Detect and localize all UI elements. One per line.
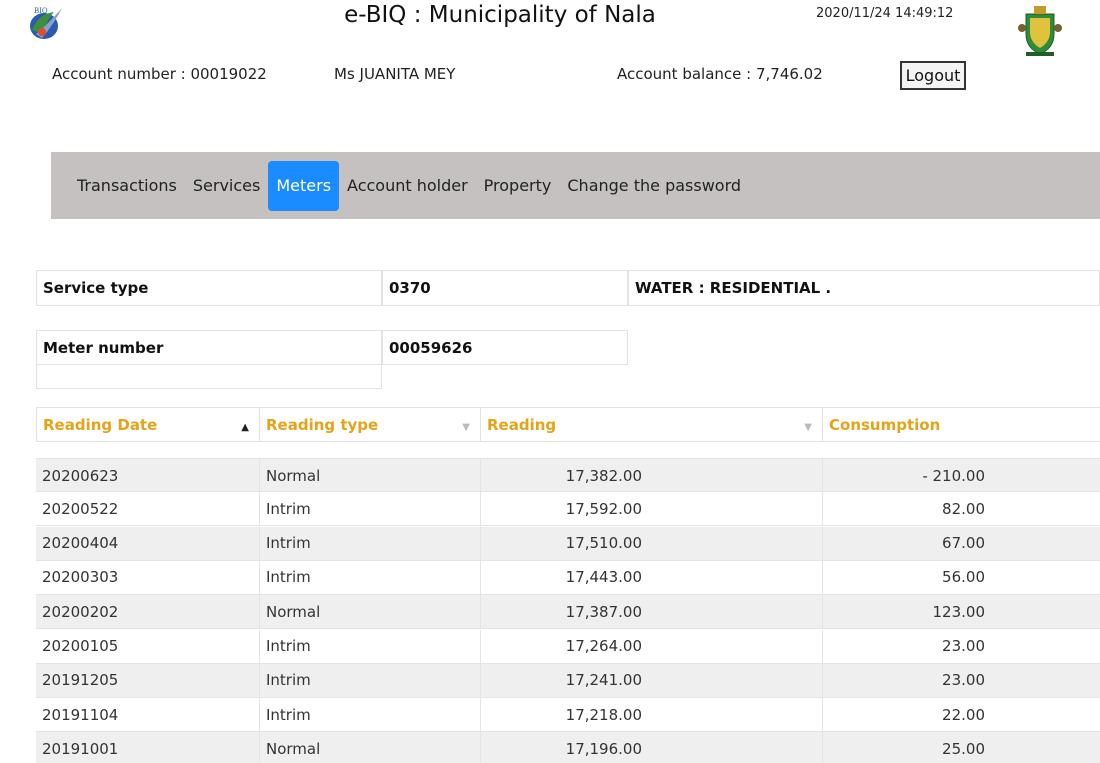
table-row: 20200303 Intrim 17,443.00 56.00 (36, 560, 1100, 595)
main-nav: Transactions Services Meters Account hol… (51, 152, 1100, 219)
column-header-reading-type[interactable]: Reading type ▼ (260, 407, 481, 442)
timestamp: 2020/11/24 14:49:12 (816, 6, 954, 21)
tab-account-holder[interactable]: Account holder (339, 161, 476, 211)
consumption-cell: 22.00 (942, 705, 985, 724)
tab-meters[interactable]: Meters (268, 160, 340, 211)
reading-value-cell: 17,241.00 (481, 663, 823, 697)
reading-value-cell: 17,443.00 (481, 560, 823, 594)
reading-type-cell: Intrim (260, 492, 481, 526)
column-header-reading-date[interactable]: Reading Date ▲ (36, 407, 260, 442)
meter-number-value: 00059626 (382, 330, 628, 365)
reading-date-cell: 20200202 (36, 595, 260, 629)
reading-value-cell: 17,387.00 (481, 595, 823, 629)
consumption-cell: - 210.00 (922, 466, 985, 485)
reading-value-cell: 17,510.00 (481, 526, 823, 560)
table-row: 20200202 Normal 17,387.00 123.00 (36, 595, 1100, 630)
account-holder-name: Ms JUANITA MEY (334, 65, 456, 83)
table-row: 20191104 Intrim 17,218.00 22.00 (36, 698, 1100, 733)
empty-cell (36, 365, 382, 389)
account-balance: Account balance : 7,746.02 (617, 65, 823, 83)
consumption-cell: 25.00 (942, 739, 985, 758)
reading-type-cell: Intrim (260, 663, 481, 697)
meter-number-label: Meter number (36, 330, 382, 365)
tab-property[interactable]: Property (476, 161, 560, 211)
column-header-reading[interactable]: Reading ▼ (481, 407, 823, 442)
logout-button[interactable]: Logout (900, 61, 966, 90)
service-type-code: 0370 (382, 270, 628, 306)
consumption-cell: 82.00 (942, 499, 985, 518)
reading-date-cell: 20200404 (36, 526, 260, 560)
table-row: 20191001 Normal 17,196.00 25.00 (36, 732, 1100, 763)
reading-type-cell: Intrim (260, 526, 481, 560)
consumption-cell: 123.00 (932, 602, 986, 621)
sort-icon[interactable]: ▼ (462, 422, 470, 433)
service-type-description: WATER : RESIDENTIAL . (628, 270, 1100, 306)
reading-value-cell: 17,382.00 (481, 459, 823, 492)
svg-text:BIQ: BIQ (34, 7, 48, 15)
sort-ascending-icon[interactable]: ▲ (241, 422, 249, 433)
reading-value-cell: 17,592.00 (481, 492, 823, 526)
consumption-cell: 67.00 (942, 534, 985, 553)
reading-value-cell: 17,196.00 (481, 732, 823, 763)
municipality-crest-icon (1018, 6, 1062, 56)
table-row: 20200623 Normal 17,382.00 - 210.00 (36, 458, 1100, 492)
reading-date-cell: 20200105 (36, 629, 260, 663)
account-number: Account number : 00019022 (52, 65, 267, 83)
table-row: 20200404 Intrim 17,510.00 67.00 (36, 526, 1100, 561)
reading-date-cell: 20191205 (36, 663, 260, 697)
reading-date-cell: 20200522 (36, 492, 260, 526)
ebiq-logo: BIQ (30, 7, 62, 39)
reading-type-cell: Intrim (260, 629, 481, 663)
consumption-cell: 56.00 (942, 568, 985, 587)
reading-type-cell: Normal (260, 459, 481, 492)
tab-transactions[interactable]: Transactions (69, 161, 185, 211)
page-title: e-BIQ : Municipality of Nala (344, 2, 656, 28)
tab-services[interactable]: Services (185, 161, 268, 211)
sort-icon[interactable]: ▼ (804, 422, 812, 433)
reading-type-cell: Normal (260, 732, 481, 763)
reading-date-cell: 20191104 (36, 698, 260, 732)
reading-value-cell: 17,264.00 (481, 629, 823, 663)
tab-change-password[interactable]: Change the password (559, 161, 749, 211)
service-type-label: Service type (36, 270, 382, 306)
consumption-cell: 23.00 (942, 637, 985, 655)
reading-type-cell: Normal (260, 595, 481, 629)
table-row: 20200105 Intrim 17,264.00 23.00 (36, 629, 1100, 664)
table-row: 20191205 Intrim 17,241.00 23.00 (36, 663, 1100, 698)
reading-value-cell: 17,218.00 (481, 698, 823, 732)
reading-date-cell: 20200303 (36, 560, 260, 594)
column-header-consumption[interactable]: Consumption (823, 407, 1100, 442)
reading-date-cell: 20200623 (36, 459, 260, 492)
table-row: 20200522 Intrim 17,592.00 82.00 (36, 492, 1100, 527)
reading-type-cell: Intrim (260, 560, 481, 594)
consumption-cell: 23.00 (942, 671, 985, 690)
reading-type-cell: Intrim (260, 698, 481, 732)
reading-date-cell: 20191001 (36, 732, 260, 763)
